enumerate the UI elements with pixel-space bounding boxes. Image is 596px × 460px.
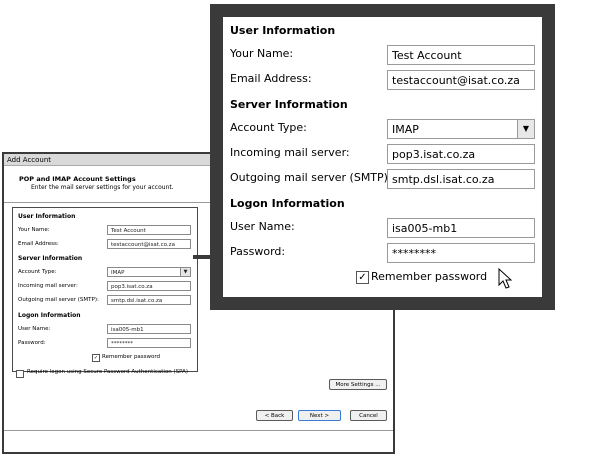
zoom-user-name-input[interactable]: isa005-mb1 xyxy=(387,218,535,238)
account-type-value: IMAP xyxy=(111,270,125,276)
zoom-password-input[interactable]: ******** xyxy=(387,243,535,263)
zoom-dropdown-arrow-icon[interactable]: ▼ xyxy=(517,120,534,138)
spa-checkbox[interactable] xyxy=(16,370,24,378)
user-name-label: User Name: xyxy=(18,326,51,332)
back-button[interactable]: < Back xyxy=(256,410,293,421)
zoom-user-name-label: User Name: xyxy=(230,220,295,233)
section-logon-information: Logon Information xyxy=(18,312,81,319)
section-server-information: Server Information xyxy=(18,255,83,262)
email-address-label: Email Address: xyxy=(18,241,59,247)
zoom-section-user-information: User Information xyxy=(230,24,336,37)
settings-frame: User Information Your Name: Test Account… xyxy=(12,207,198,372)
zoomed-settings-content: User Information Your Name: Test Account… xyxy=(223,17,542,297)
remember-password-checkbox[interactable]: ✓ xyxy=(92,354,100,362)
email-address-input[interactable]: testaccount@isat.co.za xyxy=(107,239,191,249)
more-settings-button[interactable]: More Settings ... xyxy=(329,379,387,390)
zoom-your-name-input[interactable]: Test Account xyxy=(387,45,535,65)
dialog-header-title: POP and IMAP Account Settings xyxy=(19,175,136,183)
zoom-account-type-select[interactable]: IMAP ▼ xyxy=(387,119,535,139)
your-name-label: Your Name: xyxy=(18,227,50,233)
zoom-email-address-label: Email Address: xyxy=(230,72,312,85)
zoom-outgoing-server-label: Outgoing mail server (SMTP): xyxy=(230,171,392,184)
dialog-header-subtitle: Enter the mail server settings for your … xyxy=(31,184,174,191)
mouse-cursor-icon xyxy=(498,268,513,289)
account-type-label: Account Type: xyxy=(18,269,57,275)
remember-password-label: Remember password xyxy=(102,354,161,360)
zoom-your-name-label: Your Name: xyxy=(230,47,294,60)
account-type-select[interactable]: IMAP ▼ xyxy=(107,267,191,277)
zoom-account-type-label: Account Type: xyxy=(230,121,307,134)
zoom-password-label: Password: xyxy=(230,245,286,258)
dropdown-arrow-icon[interactable]: ▼ xyxy=(180,268,190,276)
zoomed-settings-panel: User Information Your Name: Test Account… xyxy=(210,4,555,310)
zoom-remember-password-checkbox[interactable]: ✓ xyxy=(356,271,369,284)
zoom-section-server-information: Server Information xyxy=(230,98,348,111)
outgoing-server-input[interactable]: smtp.dsl.isat.co.za xyxy=(107,295,191,305)
zoom-section-logon-information: Logon Information xyxy=(230,197,345,210)
your-name-input[interactable]: Test Account xyxy=(107,225,191,235)
zoom-outgoing-server-input[interactable]: smtp.dsl.isat.co.za xyxy=(387,169,535,189)
footer-divider xyxy=(4,430,393,431)
zoom-incoming-server-input[interactable]: pop3.isat.co.za xyxy=(387,144,535,164)
section-user-information: User Information xyxy=(18,213,76,220)
password-label: Password: xyxy=(18,340,46,346)
spa-label: Require logon using Secure Password Auth… xyxy=(27,369,189,375)
zoom-remember-password-label: Remember password xyxy=(371,270,488,283)
outgoing-server-label: Outgoing mail server (SMTP): xyxy=(18,297,99,303)
user-name-input[interactable]: isa005-mb1 xyxy=(107,324,191,334)
next-button[interactable]: Next > xyxy=(298,410,341,421)
zoom-account-type-value: IMAP xyxy=(392,123,419,136)
zoom-incoming-server-label: Incoming mail server: xyxy=(230,146,350,159)
incoming-server-label: Incoming mail server: xyxy=(18,283,78,289)
cancel-button[interactable]: Cancel xyxy=(350,410,387,421)
incoming-server-input[interactable]: pop3.isat.co.za xyxy=(107,281,191,291)
zoom-email-address-input[interactable]: testaccount@isat.co.za xyxy=(387,70,535,90)
password-input[interactable]: ******** xyxy=(107,338,191,348)
